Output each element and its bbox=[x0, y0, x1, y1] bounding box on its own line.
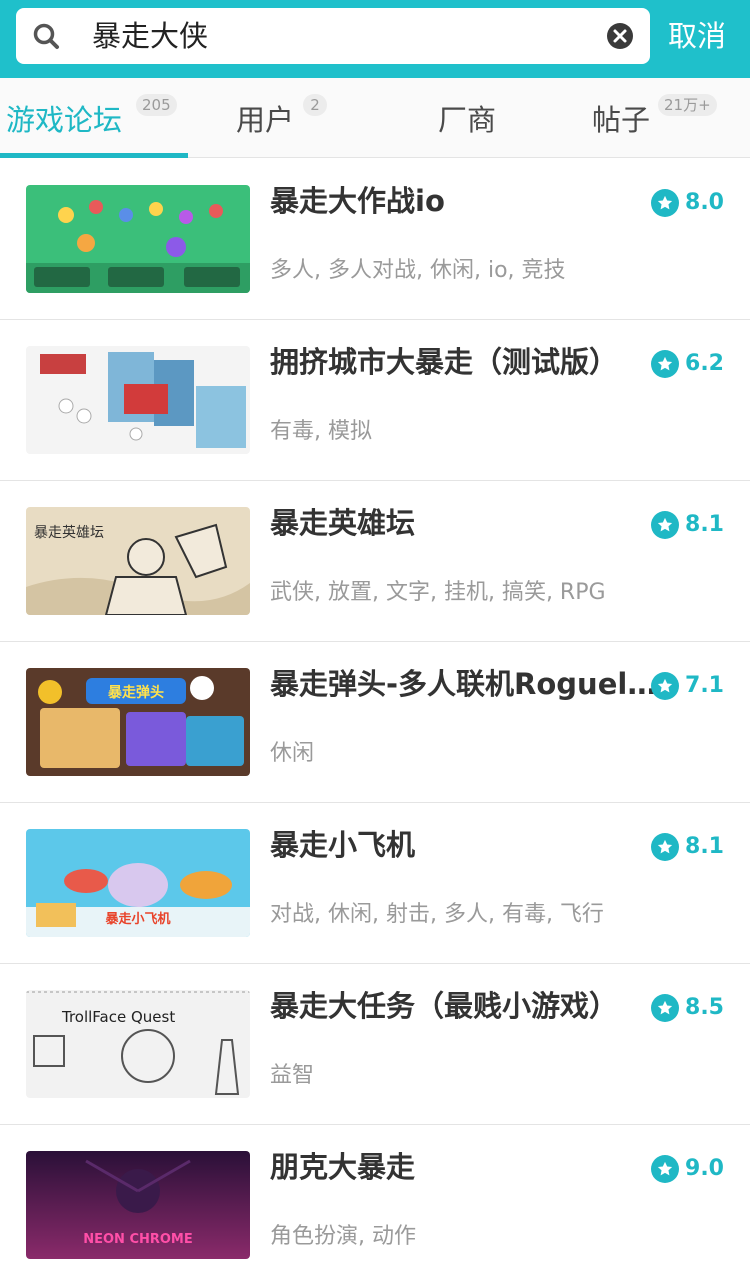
tab-game-forum-badge: 205 bbox=[136, 94, 177, 116]
game-tags: 有毒, 模拟 bbox=[270, 419, 372, 444]
cancel-button[interactable]: 取消 bbox=[668, 14, 726, 58]
thumbnail-text: TrollFace Quest bbox=[61, 1008, 175, 1026]
tab-users-badge: 2 bbox=[303, 94, 327, 116]
game-rating: 8.1 bbox=[651, 831, 724, 863]
thumbnail-text: 暴走英雄坛 bbox=[34, 524, 104, 541]
game-row[interactable]: 暴走大作战io 多人, 多人对战, 休闲, io, 竞技 8.0 bbox=[0, 159, 750, 320]
game-tags: 角色扮演, 动作 bbox=[270, 1224, 416, 1249]
star-icon bbox=[651, 511, 680, 539]
game-result-list: 暴走大作战io 多人, 多人对战, 休闲, io, 竞技 8.0 拥挤城市大暴走… bbox=[0, 159, 750, 1286]
tab-posts[interactable]: 帖子 bbox=[592, 100, 650, 140]
tab-vendors[interactable]: 厂商 bbox=[438, 100, 496, 140]
game-tags: 多人, 多人对战, 休闲, io, 竞技 bbox=[270, 258, 566, 283]
game-thumbnail: TrollFace Quest bbox=[26, 990, 250, 1098]
game-title: 拥挤城市大暴走（测试版） bbox=[270, 345, 619, 379]
rating-value: 8.0 bbox=[685, 190, 724, 215]
game-row[interactable]: 暴走英雄坛 暴走英雄坛 武侠, 放置, 文字, 挂机, 搞笑, RPG 8.1 bbox=[0, 481, 750, 642]
game-thumbnail: 暴走小飞机 bbox=[26, 829, 250, 937]
game-thumbnail bbox=[26, 346, 250, 454]
star-icon bbox=[651, 833, 680, 861]
search-box[interactable]: 暴走大侠 bbox=[16, 8, 650, 64]
thumbnail-text: 暴走小飞机 bbox=[104, 911, 170, 927]
game-row[interactable]: 暴走小飞机 暴走小飞机 对战, 休闲, 射击, 多人, 有毒, 飞行 8.1 bbox=[0, 803, 750, 964]
game-thumbnail: NEON CHROME bbox=[26, 1151, 250, 1259]
game-tags: 休闲 bbox=[270, 741, 315, 766]
star-icon bbox=[651, 189, 680, 217]
search-header: 暴走大侠 取消 bbox=[0, 0, 750, 78]
result-tabs: 游戏论坛 205 用户 2 厂商 帖子 21万+ bbox=[0, 78, 750, 158]
rating-value: 8.1 bbox=[685, 512, 724, 537]
tab-users[interactable]: 用户 bbox=[236, 100, 294, 140]
star-icon bbox=[651, 994, 680, 1022]
game-row[interactable]: NEON CHROME 朋克大暴走 角色扮演, 动作 9.0 bbox=[0, 1125, 750, 1286]
rating-value: 8.5 bbox=[685, 995, 724, 1020]
game-rating: 8.5 bbox=[651, 992, 724, 1024]
game-rating: 6.2 bbox=[651, 348, 724, 380]
clear-search-icon[interactable] bbox=[606, 22, 634, 50]
thumbnail-text: NEON CHROME bbox=[83, 1232, 193, 1247]
game-row[interactable]: 暴走弹头 暴走弹头-多人联机Roguel... 休闲 7.1 bbox=[0, 642, 750, 803]
tab-game-forum[interactable]: 游戏论坛 bbox=[6, 100, 122, 140]
game-row[interactable]: TrollFace Quest 暴走大任务（最贱小游戏） 益智 8.5 bbox=[0, 964, 750, 1125]
rating-value: 8.1 bbox=[685, 834, 724, 859]
game-title: 暴走大作战io bbox=[270, 184, 445, 218]
game-tags: 武侠, 放置, 文字, 挂机, 搞笑, RPG bbox=[270, 580, 606, 605]
game-rating: 9.0 bbox=[651, 1153, 724, 1185]
star-icon bbox=[651, 672, 680, 700]
active-tab-indicator bbox=[0, 153, 188, 158]
game-thumbnail: 暴走英雄坛 bbox=[26, 507, 250, 615]
game-tags: 对战, 休闲, 射击, 多人, 有毒, 飞行 bbox=[270, 902, 604, 927]
star-icon bbox=[651, 1155, 680, 1183]
search-input[interactable]: 暴走大侠 bbox=[92, 17, 208, 55]
rating-value: 7.1 bbox=[685, 673, 724, 698]
rating-value: 9.0 bbox=[685, 1156, 724, 1181]
game-rating: 8.0 bbox=[651, 187, 724, 219]
game-title: 暴走小飞机 bbox=[270, 828, 416, 862]
thumbnail-text: 暴走弹头 bbox=[107, 684, 164, 701]
game-title: 暴走英雄坛 bbox=[270, 506, 416, 540]
game-thumbnail bbox=[26, 185, 250, 293]
star-icon bbox=[651, 350, 680, 378]
game-title: 暴走大任务（最贱小游戏） bbox=[270, 989, 619, 1023]
game-rating: 7.1 bbox=[651, 670, 724, 702]
tab-posts-badge: 21万+ bbox=[658, 94, 717, 116]
game-title: 暴走弹头-多人联机Roguel... bbox=[270, 667, 658, 701]
game-thumbnail: 暴走弹头 bbox=[26, 668, 250, 776]
search-icon bbox=[33, 23, 59, 49]
rating-value: 6.2 bbox=[685, 351, 724, 376]
game-title: 朋克大暴走 bbox=[270, 1150, 416, 1184]
game-rating: 8.1 bbox=[651, 509, 724, 541]
game-row[interactable]: 拥挤城市大暴走（测试版） 有毒, 模拟 6.2 bbox=[0, 320, 750, 481]
game-tags: 益智 bbox=[270, 1063, 315, 1088]
